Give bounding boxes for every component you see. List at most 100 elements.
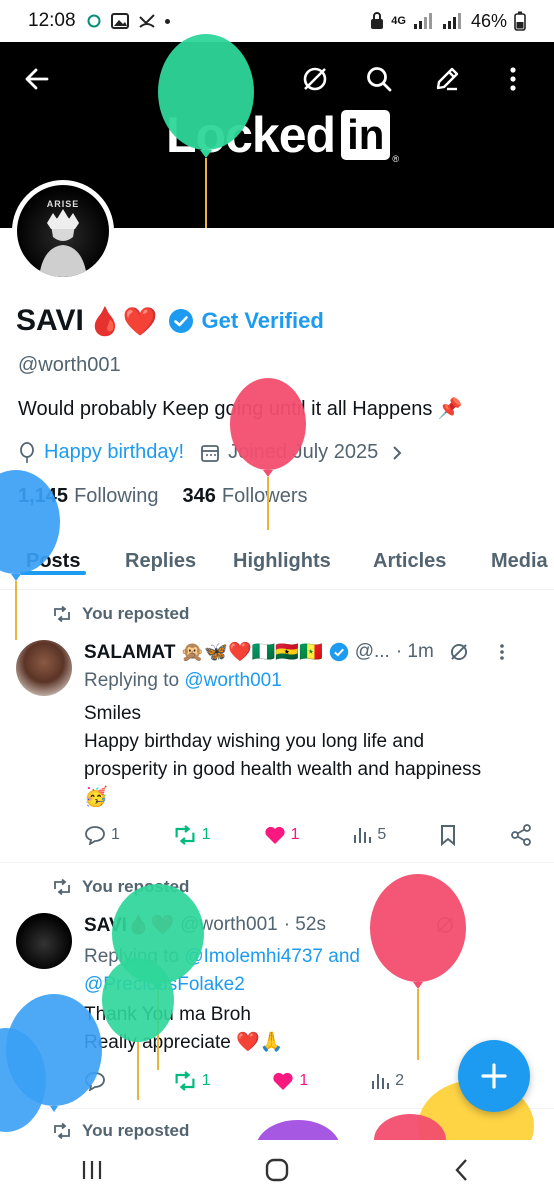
grok-icon[interactable] [434, 914, 456, 936]
repost-icon [175, 825, 195, 845]
author-avatar[interactable] [16, 913, 72, 969]
post-header: SAVI🩸❤️ @worth001 · 52s [84, 913, 456, 937]
grok-icon [303, 67, 327, 91]
gallery-icon [110, 13, 129, 29]
banner-logo: Locked in ® [166, 106, 399, 164]
like-count: 1 [290, 826, 300, 843]
edit-button[interactable] [424, 56, 470, 102]
like-button[interactable]: 1 [264, 824, 300, 846]
recent-apps-button[interactable] [62, 1146, 122, 1194]
pencil-icon [436, 67, 459, 91]
tab-highlights[interactable]: Highlights [233, 530, 331, 573]
views-icon [372, 1074, 390, 1089]
back-arrow-icon [25, 68, 49, 90]
system-navbar [0, 1140, 554, 1200]
reply-count: 1 [111, 826, 120, 843]
post-item[interactable]: You reposted [0, 1109, 554, 1140]
compose-button[interactable] [458, 1040, 530, 1112]
like-count: 1 [299, 1072, 309, 1089]
tab-posts[interactable]: Posts [19, 530, 87, 575]
chevron-right-icon[interactable] [390, 443, 404, 463]
status-bar: 12:08 4G 46% [0, 0, 554, 42]
system-back-button[interactable] [432, 1146, 492, 1194]
post-actions: 1 1 1 5 [84, 824, 532, 846]
lock-battery-icon [371, 12, 384, 29]
notification-dot-icon [164, 18, 170, 24]
follow-stats: 1,145 Following 346 Followers [18, 485, 308, 508]
views-button[interactable]: 2 [370, 1071, 404, 1091]
missed-call-icon [138, 14, 155, 28]
network-type: 4G [391, 15, 406, 27]
repost-count: 1 [201, 826, 211, 843]
author-name[interactable]: SAVI🩸❤️ [84, 913, 174, 937]
calendar-icon [201, 444, 219, 462]
followers-count: 346 [182, 485, 216, 507]
author-name[interactable]: SALAMAT 🙊🦋❤️🇳🇬🇬🇭🇸🇳 [84, 640, 323, 664]
replying-to-link[interactable]: @worth001 [184, 670, 281, 691]
followers-link[interactable]: 346 Followers [183, 485, 308, 508]
chevron-left-icon [455, 1159, 467, 1181]
birthday-link[interactable]: Happy birthday! [44, 441, 184, 464]
repost-count: 1 [201, 1072, 211, 1089]
banner-logo-reg: ® [392, 154, 400, 164]
sync-icon [87, 14, 101, 28]
author-avatar[interactable] [16, 640, 72, 696]
repost-label: You reposted [82, 877, 190, 896]
reply-button[interactable] [84, 1071, 111, 1091]
tab-replies[interactable]: Replies [125, 530, 196, 573]
repost-icon [54, 606, 70, 622]
back-button[interactable] [14, 56, 60, 102]
recent-apps-icon [83, 1161, 102, 1179]
followers-label: Followers [221, 485, 308, 507]
views-button[interactable]: 5 [352, 824, 386, 846]
bookmark-button[interactable] [439, 824, 457, 846]
post-time: · 1m [395, 641, 434, 662]
repost-icon [54, 1123, 70, 1139]
heart-icon [264, 826, 285, 844]
post-text-line: Really appreciate ❤️🙏 [84, 1032, 284, 1053]
post-text-line: Happy birthday wishing you long life and… [84, 731, 482, 808]
home-button[interactable] [247, 1146, 307, 1194]
tab-media[interactable]: Media [491, 530, 548, 573]
post-text-line: Thank You ma Broh [84, 1004, 251, 1025]
search-button[interactable] [356, 56, 402, 102]
get-verified-button[interactable]: Get Verified [202, 308, 324, 334]
more-vertical-icon[interactable] [498, 642, 506, 662]
more-options-button[interactable] [490, 56, 536, 102]
views-count: 2 [395, 1072, 404, 1089]
tab-articles[interactable]: Articles [373, 530, 446, 573]
grok-icon[interactable] [448, 641, 470, 663]
share-button[interactable] [510, 824, 532, 846]
replying-to: Replying to @Imolemhi4737 and @PreciousF… [84, 943, 504, 999]
profile-name-row: SAVI 🩸❤️ Get Verified [16, 304, 324, 338]
balloon-icon [20, 441, 34, 463]
following-count: 1,145 [18, 485, 69, 507]
post-item[interactable]: You reposted SALAMAT 🙊🦋❤️🇳🇬🇬🇭🇸🇳 @... · 1… [0, 590, 554, 862]
repost-button[interactable]: 1 [173, 1071, 211, 1091]
repost-indicator: You reposted [52, 604, 189, 624]
battery-percent: 46% [470, 10, 507, 31]
repost-icon [175, 1071, 195, 1091]
home-icon [265, 1158, 289, 1182]
like-button[interactable]: 1 [272, 1071, 308, 1091]
post-actions: 1 1 2 [84, 1071, 404, 1091]
following-link[interactable]: 1,145 Following [18, 485, 159, 508]
signal-icon-2 [442, 13, 461, 29]
profile-name-emoji: 🩸❤️ [87, 305, 158, 337]
repost-icon [54, 879, 70, 895]
avatar-figure-icon [39, 209, 87, 277]
banner-logo-text: Locked [166, 107, 336, 163]
repost-button[interactable]: 1 [173, 824, 211, 846]
reply-icon [85, 1072, 105, 1091]
joined-date: Joined July 2025 [228, 441, 379, 463]
following-label: Following [74, 485, 159, 507]
grok-button[interactable] [292, 56, 338, 102]
profile-avatar[interactable]: ARISE [12, 180, 114, 282]
share-icon [511, 824, 531, 846]
post-header: SALAMAT 🙊🦋❤️🇳🇬🇬🇭🇸🇳 @... · 1m [84, 640, 506, 664]
post-text: Thank You ma Broh Really appreciate ❤️🙏 [84, 1001, 504, 1057]
signal-icon [413, 13, 432, 29]
reply-button[interactable]: 1 [84, 824, 120, 846]
views-icon [354, 828, 372, 843]
author-handle: @... [354, 641, 390, 662]
